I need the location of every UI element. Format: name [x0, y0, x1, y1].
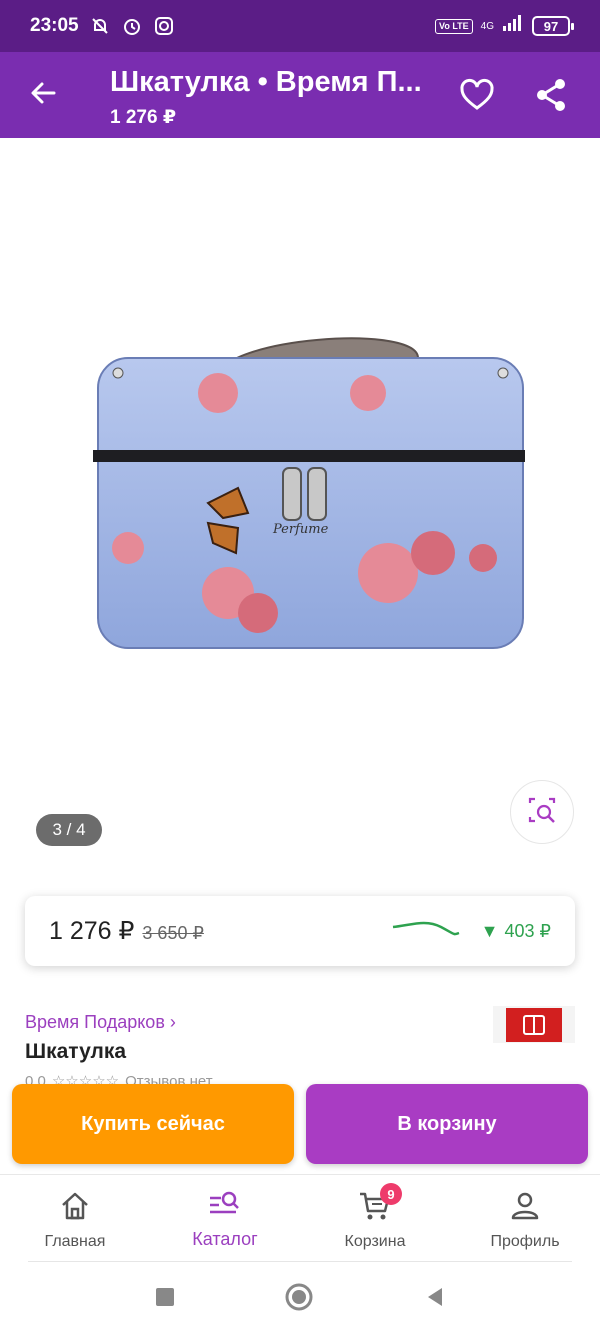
add-to-cart-button[interactable]: В корзину	[306, 1084, 588, 1164]
battery-icon: 97	[532, 16, 574, 36]
old-price: 3 650 ₽	[142, 922, 204, 943]
down-triangle-icon: ▼	[480, 920, 499, 941]
status-right: Vo LTE 4G 97	[434, 14, 574, 38]
page-title: Шкатулка • Время П...	[110, 66, 422, 98]
buy-now-button[interactable]: Купить сейчас	[12, 1084, 294, 1164]
nav-home[interactable]: Главная	[0, 1175, 150, 1263]
nav-profile[interactable]: Профиль	[450, 1175, 600, 1263]
recents-square-icon[interactable]	[150, 1282, 180, 1312]
image-counter: 3 / 4	[36, 814, 102, 846]
back-arrow-icon[interactable]	[24, 74, 62, 112]
nav-label-profile: Профиль	[490, 1233, 560, 1250]
price-card[interactable]: 1 276 ₽ 3 650 ₽ ▼ 403 ₽	[25, 896, 575, 966]
price-trend-icon	[391, 919, 461, 943]
share-icon[interactable]	[532, 76, 570, 114]
product-image[interactable]: Perfume	[88, 328, 528, 668]
muted-bell-icon	[89, 15, 111, 37]
product-gallery[interactable]: Perfume 3 / 4	[0, 138, 600, 868]
home-circle-icon[interactable]	[284, 1282, 314, 1312]
store-logo[interactable]	[493, 1006, 575, 1043]
instagram-icon	[153, 15, 175, 37]
system-navigation-bar	[0, 1262, 600, 1332]
alarm-icon	[121, 15, 143, 37]
price-drop: ▼ 403 ₽	[481, 921, 551, 942]
visual-search-button[interactable]	[510, 780, 574, 844]
volte-badge: Vo LTE	[434, 18, 473, 34]
profile-icon	[508, 1189, 542, 1223]
brand-link[interactable]: Время Подарков ›	[25, 1012, 176, 1033]
cart-badge: 9	[380, 1183, 402, 1205]
signal-icon	[502, 14, 524, 38]
heart-icon[interactable]	[458, 76, 496, 114]
home-icon	[58, 1189, 92, 1223]
cart-icon: 9	[358, 1183, 402, 1223]
nav-cart[interactable]: 9 Корзина	[300, 1175, 450, 1263]
price-drop-value: 403 ₽	[504, 920, 552, 941]
nav-label-home: Главная	[44, 1233, 106, 1250]
current-price: 1 276 ₽	[49, 917, 135, 945]
nav-label-catalog: Каталог	[192, 1229, 258, 1249]
top-app-bar: Шкатулка • Время П... 1 276 ₽	[0, 52, 600, 138]
status-bar: 23:05 Vo LTE 4G 97	[0, 0, 600, 52]
catalog-search-icon	[208, 1189, 242, 1223]
status-time: 23:05	[30, 15, 79, 36]
visual-search-icon	[527, 795, 557, 830]
svg-text:Perfume: Perfume	[272, 522, 329, 537]
nav-label-cart: Корзина	[344, 1233, 406, 1250]
nav-catalog[interactable]: Каталог	[150, 1175, 300, 1263]
back-triangle-icon[interactable]	[420, 1282, 450, 1312]
product-name: Шкатулка	[25, 1040, 127, 1063]
bottom-navigation: Главная Каталог 9 Корзина Профиль	[0, 1174, 600, 1262]
network-label: 4G	[480, 20, 494, 32]
header-price: 1 276 ₽	[110, 107, 177, 128]
